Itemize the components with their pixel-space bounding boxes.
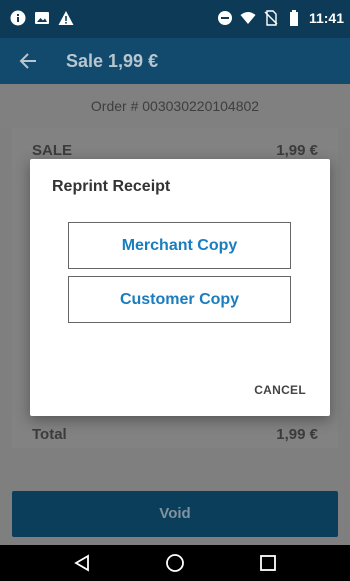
battery-icon xyxy=(286,10,302,26)
reprint-receipt-dialog: Reprint Receipt Merchant Copy Customer C… xyxy=(30,159,330,416)
navigation-bar xyxy=(0,545,350,581)
no-sim-icon xyxy=(263,10,279,26)
status-bar-right: 11:41 xyxy=(217,10,344,26)
back-icon[interactable] xyxy=(69,550,95,576)
order-number: Order # 003030220104802 xyxy=(0,84,350,128)
info-icon xyxy=(10,10,26,26)
do-not-disturb-icon xyxy=(217,10,233,26)
back-arrow-icon[interactable] xyxy=(16,49,40,73)
cancel-button[interactable]: CANCEL xyxy=(254,383,306,397)
status-bar: 11:41 xyxy=(0,0,350,38)
recents-icon[interactable] xyxy=(255,550,281,576)
dialog-title: Reprint Receipt xyxy=(52,178,171,195)
app-bar: Sale 1,99 € xyxy=(0,38,350,84)
sale-label: SALE xyxy=(32,142,73,159)
home-icon[interactable] xyxy=(162,550,188,576)
image-icon xyxy=(34,10,50,26)
status-bar-left xyxy=(10,10,74,26)
warning-icon xyxy=(58,10,74,26)
total-label: Total xyxy=(32,426,67,443)
customer-copy-button[interactable]: Customer Copy xyxy=(68,276,291,323)
merchant-copy-button[interactable]: Merchant Copy xyxy=(68,222,291,269)
sale-amount: 1,99 € xyxy=(276,142,318,159)
wifi-icon xyxy=(240,10,256,26)
page-title: Sale 1,99 € xyxy=(66,50,159,71)
total-amount: 1,99 € xyxy=(276,426,318,443)
void-button[interactable]: Void xyxy=(12,491,338,537)
status-time: 11:41 xyxy=(308,10,344,26)
